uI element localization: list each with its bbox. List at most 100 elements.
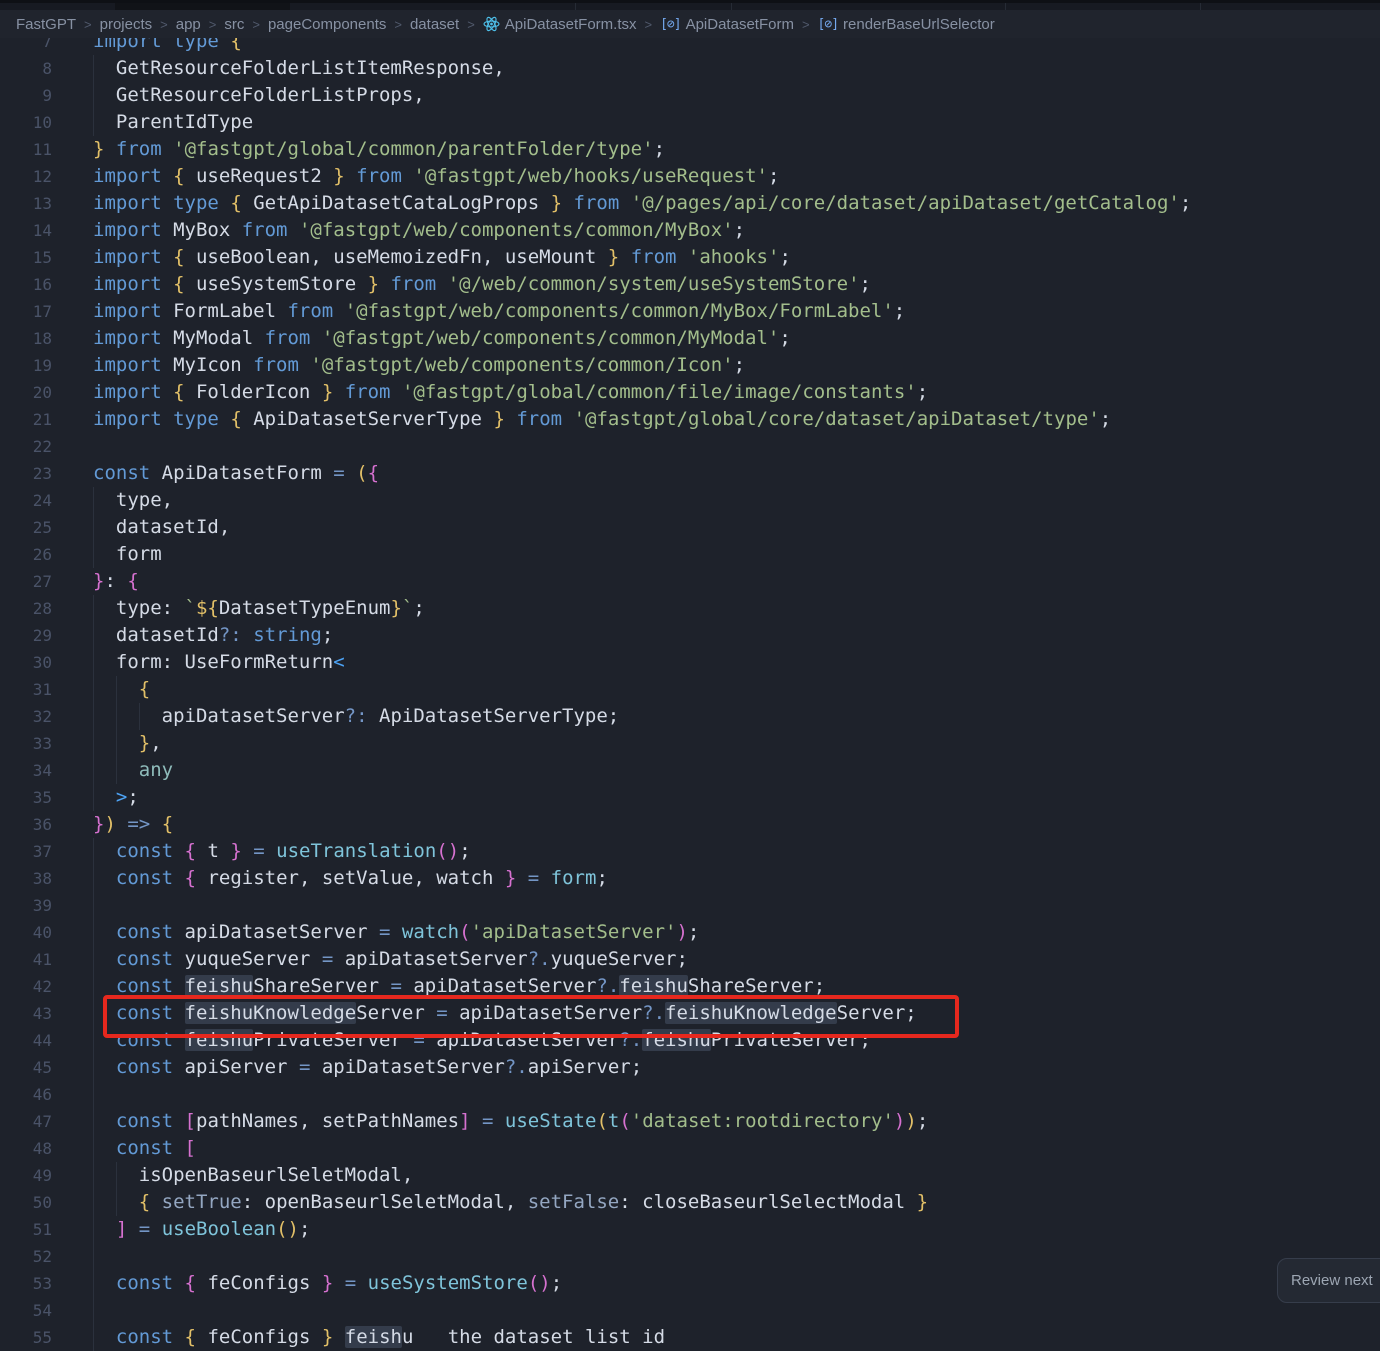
line-number[interactable]: 47	[0, 1108, 68, 1135]
line-number[interactable]: 46	[0, 1081, 68, 1108]
code-line[interactable]: 24 type,	[0, 487, 1380, 514]
code-line[interactable]: 33 },	[0, 730, 1380, 757]
code-line[interactable]: 8 GetResourceFolderListItemResponse,	[0, 55, 1380, 82]
breadcrumb-item-renderbaseurlselector[interactable]: [⊘]renderBaseUrlSelector	[818, 16, 995, 33]
code-line[interactable]: 41 const yuqueServer = apiDatasetServer?…	[0, 946, 1380, 973]
line-number[interactable]: 17	[0, 298, 68, 325]
code-line[interactable]: 10 ParentIdType	[0, 109, 1380, 136]
line-number[interactable]: 48	[0, 1135, 68, 1162]
code-line[interactable]: 20import { FolderIcon } from '@fastgpt/g…	[0, 379, 1380, 406]
line-number[interactable]: 42	[0, 973, 68, 1000]
code-line[interactable]: 21import type { ApiDatasetServerType } f…	[0, 406, 1380, 433]
code-line[interactable]: 13import type { GetApiDatasetCataLogProp…	[0, 190, 1380, 217]
code-line[interactable]: 19import MyIcon from '@fastgpt/web/compo…	[0, 352, 1380, 379]
code-line[interactable]: 30 form: UseFormReturn<	[0, 649, 1380, 676]
line-number[interactable]: 38	[0, 865, 68, 892]
line-number[interactable]: 51	[0, 1216, 68, 1243]
line-number[interactable]: 20	[0, 379, 68, 406]
line-number[interactable]: 53	[0, 1270, 68, 1297]
line-number[interactable]: 12	[0, 163, 68, 190]
line-number[interactable]: 11	[0, 136, 68, 163]
line-number[interactable]: 50	[0, 1189, 68, 1216]
line-number[interactable]: 39	[0, 892, 68, 919]
code-line[interactable]: 18import MyModal from '@fastgpt/web/comp…	[0, 325, 1380, 352]
line-number[interactable]: 45	[0, 1054, 68, 1081]
line-number[interactable]: 35	[0, 784, 68, 811]
line-number[interactable]: 43	[0, 1000, 68, 1027]
line-number[interactable]: 54	[0, 1297, 68, 1324]
review-next-button[interactable]: Review next	[1277, 1258, 1380, 1303]
line-number[interactable]: 24	[0, 487, 68, 514]
line-number[interactable]: 55	[0, 1324, 68, 1351]
code-line[interactable]: 25 datasetId,	[0, 514, 1380, 541]
line-number[interactable]: 34	[0, 757, 68, 784]
code-line[interactable]: 53 const { feConfigs } = useSystemStore(…	[0, 1270, 1380, 1297]
breadcrumb-item-dataset[interactable]: dataset	[410, 16, 459, 33]
code-line[interactable]: 45 const apiServer = apiDatasetServer?.a…	[0, 1054, 1380, 1081]
line-number[interactable]: 27	[0, 568, 68, 595]
line-number[interactable]: 25	[0, 514, 68, 541]
line-number[interactable]: 21	[0, 406, 68, 433]
line-number[interactable]: 14	[0, 217, 68, 244]
breadcrumb-item-fastgpt[interactable]: FastGPT	[16, 16, 76, 33]
line-number[interactable]: 41	[0, 946, 68, 973]
code-line[interactable]: 50 { setTrue: openBaseurlSeletModal, set…	[0, 1189, 1380, 1216]
code-line[interactable]: 52	[0, 1243, 1380, 1270]
breadcrumb-item-pagecomponents[interactable]: pageComponents	[268, 16, 386, 33]
code-line[interactable]: 31 {	[0, 676, 1380, 703]
line-number[interactable]: 9	[0, 82, 68, 109]
code-line[interactable]: 39	[0, 892, 1380, 919]
code-line[interactable]: 22	[0, 433, 1380, 460]
code-line[interactable]: 48 const [	[0, 1135, 1380, 1162]
line-number[interactable]: 52	[0, 1243, 68, 1270]
line-number[interactable]: 18	[0, 325, 68, 352]
line-number[interactable]: 40	[0, 919, 68, 946]
code-line[interactable]: 46	[0, 1081, 1380, 1108]
code-line[interactable]: 15import { useBoolean, useMemoizedFn, us…	[0, 244, 1380, 271]
breadcrumb-item-app[interactable]: app	[176, 16, 201, 33]
code-line[interactable]: 47 const [pathNames, setPathNames] = use…	[0, 1108, 1380, 1135]
line-number[interactable]: 8	[0, 55, 68, 82]
code-line[interactable]: 28 type: `${DatasetTypeEnum}`;	[0, 595, 1380, 622]
line-number[interactable]: 44	[0, 1027, 68, 1054]
line-number[interactable]: 23	[0, 460, 68, 487]
code-line[interactable]: 32 apiDatasetServer?: ApiDatasetServerTy…	[0, 703, 1380, 730]
code-line[interactable]: 37 const { t } = useTranslation();	[0, 838, 1380, 865]
line-number[interactable]: 15	[0, 244, 68, 271]
line-number[interactable]: 36	[0, 811, 68, 838]
breadcrumb-item-apidatasetform-tsx[interactable]: ApiDatasetForm.tsx	[483, 16, 637, 33]
code-line[interactable]: 35 >;	[0, 784, 1380, 811]
code-line[interactable]: 16import { useSystemStore } from '@/web/…	[0, 271, 1380, 298]
code-line[interactable]: 51 ] = useBoolean();	[0, 1216, 1380, 1243]
line-number[interactable]: 29	[0, 622, 68, 649]
line-number[interactable]: 16	[0, 271, 68, 298]
code-line[interactable]: 17import FormLabel from '@fastgpt/web/co…	[0, 298, 1380, 325]
line-number[interactable]: 32	[0, 703, 68, 730]
code-line[interactable]: 36}) => {	[0, 811, 1380, 838]
code-line[interactable]: 26 form	[0, 541, 1380, 568]
code-line[interactable]: 40 const apiDatasetServer = watch('apiDa…	[0, 919, 1380, 946]
code-line[interactable]: 27}: {	[0, 568, 1380, 595]
breadcrumb-item-src[interactable]: src	[224, 16, 244, 33]
line-number[interactable]: 10	[0, 109, 68, 136]
line-number[interactable]: 31	[0, 676, 68, 703]
code-line[interactable]: 49 isOpenBaseurlSeletModal,	[0, 1162, 1380, 1189]
line-number[interactable]: 33	[0, 730, 68, 757]
code-line[interactable]: 55 const { feConfigs } feishu the datase…	[0, 1324, 1380, 1351]
line-number[interactable]: 19	[0, 352, 68, 379]
code-line[interactable]: 9 GetResourceFolderListProps,	[0, 82, 1380, 109]
line-number[interactable]: 49	[0, 1162, 68, 1189]
code-line[interactable]: 38 const { register, setValue, watch } =…	[0, 865, 1380, 892]
line-number[interactable]: 13	[0, 190, 68, 217]
breadcrumb-item-apidatasetform[interactable]: [⊘]ApiDatasetForm	[660, 16, 794, 33]
line-number[interactable]: 30	[0, 649, 68, 676]
code-line[interactable]: 14import MyBox from '@fastgpt/web/compon…	[0, 217, 1380, 244]
breadcrumb-item-projects[interactable]: projects	[100, 16, 153, 33]
line-number[interactable]: 28	[0, 595, 68, 622]
code-line[interactable]: 54	[0, 1297, 1380, 1324]
code-line[interactable]: 29 datasetId?: string;	[0, 622, 1380, 649]
code-line[interactable]: 11} from '@fastgpt/global/common/parentF…	[0, 136, 1380, 163]
line-number[interactable]: 22	[0, 433, 68, 460]
line-number[interactable]: 37	[0, 838, 68, 865]
code-line[interactable]: 34 any	[0, 757, 1380, 784]
